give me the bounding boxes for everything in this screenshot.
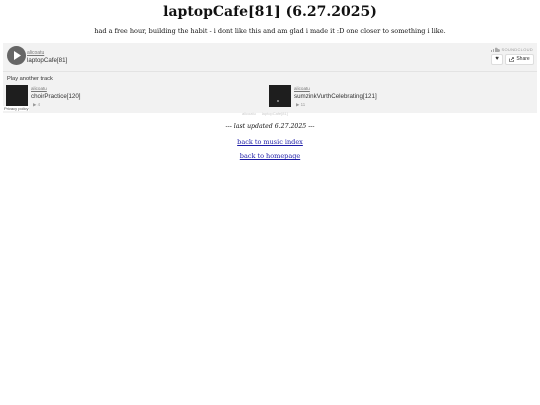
heart-icon: ♥ (495, 56, 499, 62)
page-description: had a free hour, building the habit - i … (94, 27, 446, 35)
faded-artist: alicoatu (242, 111, 256, 116)
player-header: alicoatu laptopCafe[81] SOUNDCLOUD ♥ Sha… (3, 43, 537, 72)
share-button[interactable]: Share (505, 54, 534, 65)
faded-track: laptopCafe[81] (261, 111, 288, 116)
privacy-policy-link[interactable]: Privacy policy (3, 106, 30, 111)
recommended-track[interactable]: alicoatu sumzinkVurthCelebrating[121] ▶ … (269, 85, 529, 107)
artwork-dot (277, 100, 279, 102)
recommended-artist-link[interactable]: alicoatu (31, 86, 47, 91)
play-count: ▶ 11 (296, 102, 306, 107)
play-icon (14, 51, 21, 60)
recommended-artist-link[interactable]: alicoatu (294, 86, 310, 91)
share-icon (509, 57, 515, 62)
last-updated-text: --- last updated 6.27.2025 --- (225, 123, 315, 130)
faded-track-caption: alicoatu laptopCafe[81] (242, 111, 294, 116)
recommended-track-title[interactable]: sumzinkVurthCelebrating[121] (294, 93, 377, 100)
recommended-track-title[interactable]: choirPractice[120] (31, 93, 81, 100)
page-title: laptopCafe[81] (6.27.2025) (163, 4, 377, 20)
share-label: Share (516, 56, 530, 62)
track-title[interactable]: laptopCafe[81] (27, 57, 67, 64)
soundcloud-cloud-icon (490, 47, 500, 52)
homepage-nav: back to homepage (0, 152, 540, 160)
like-button[interactable]: ♥ (491, 54, 503, 65)
track-artwork (6, 85, 28, 107)
back-to-homepage-link[interactable]: back to homepage (240, 152, 300, 160)
back-to-music-index-link[interactable]: back to music index (237, 138, 303, 146)
soundcloud-player: alicoatu laptopCafe[81] SOUNDCLOUD ♥ Sha… (3, 43, 537, 113)
play-button[interactable] (7, 46, 26, 65)
play-count: ▶ 4 (33, 102, 41, 107)
track-artwork (269, 85, 291, 107)
artist-link[interactable]: alicoatu (27, 50, 44, 56)
recommended-track[interactable]: alicoatu choirPractice[120] ▶ 4 (6, 85, 256, 107)
soundcloud-logo[interactable]: SOUNDCLOUD (490, 47, 533, 52)
soundcloud-brand-label: SOUNDCLOUD (501, 47, 533, 52)
music-index-nav: back to music index (0, 138, 540, 146)
play-another-heading: Play another track (7, 76, 53, 82)
